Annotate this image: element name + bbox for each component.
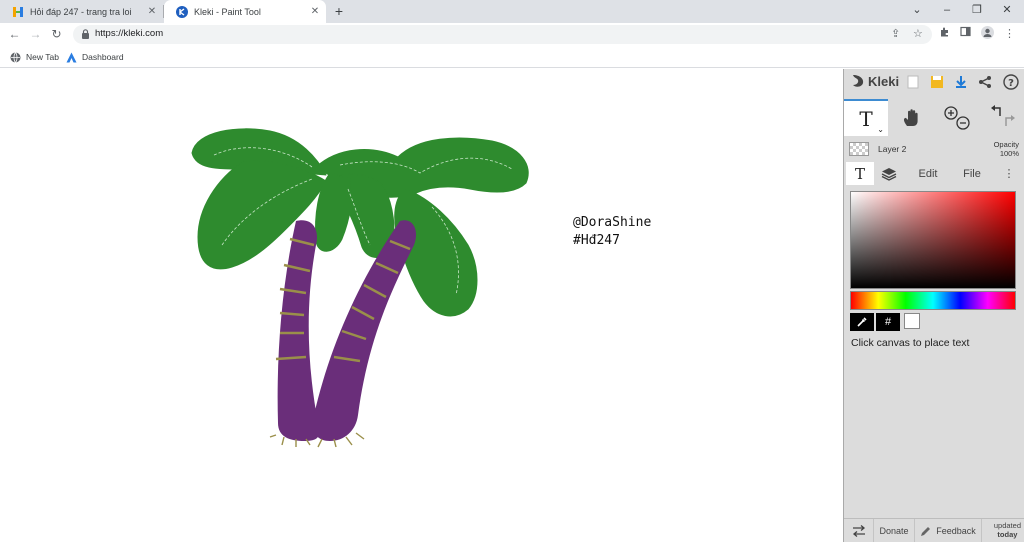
feedback-icon (921, 526, 931, 536)
palm-trunks (277, 220, 417, 441)
url-text: https://kleki.com (95, 28, 164, 39)
hue-slider[interactable] (850, 291, 1016, 310)
bookmark-star-icon[interactable]: ☆ (913, 27, 923, 40)
omnibox[interactable]: https://kleki.com ⇪ ☆ (73, 25, 932, 44)
feedback-button[interactable]: Feedback (915, 519, 982, 542)
help-icon[interactable]: ? (1002, 73, 1020, 91)
layer-row[interactable]: Layer 2 Opacity 100% (844, 138, 1024, 161)
layer-thumbnail (849, 142, 869, 156)
text-tool-button[interactable]: T ⌄ (844, 99, 888, 136)
donate-button[interactable]: Donate (874, 519, 915, 542)
opacity-label: Opacity (993, 140, 1019, 149)
hand-tool-button[interactable] (889, 99, 933, 136)
palm-tree-drawing (191, 128, 529, 448)
hoidap-favicon-icon (12, 6, 24, 18)
minimize-button[interactable]: – (932, 0, 962, 23)
tab-strip: Hỏi đáp 247 - trang tra loi ✕ Kleki - Pa… (0, 0, 1024, 23)
drawing-canvas[interactable]: @DoraShine #Hđ247 (0, 69, 843, 542)
new-image-icon[interactable] (904, 73, 922, 91)
hex-input-button[interactable]: # (876, 313, 900, 331)
tab-search-icon[interactable]: ⌄ (902, 0, 932, 23)
download-icon[interactable] (952, 73, 970, 91)
bookmark-label: Dashboard (82, 52, 124, 62)
opacity-value: 100% (999, 149, 1019, 158)
swap-sides-button[interactable] (844, 519, 874, 542)
lock-icon (82, 29, 89, 39)
layer-name: Layer 2 (878, 144, 907, 154)
layer-opacity[interactable]: Opacity 100% (994, 140, 1019, 158)
layers-icon (881, 167, 897, 181)
text-tool-label: T (859, 106, 873, 131)
swap-icon (852, 524, 865, 537)
bookmark-new-tab[interactable]: New Tab (10, 50, 59, 64)
tab-text-settings[interactable]: T (846, 162, 874, 185)
kleki-favicon-icon (176, 5, 188, 18)
kleki-logo-text: Kleki (868, 73, 900, 89)
panel-tabs: T Edit File ⋮ (844, 162, 1024, 185)
browser-menu-icon[interactable]: ⋮ (1001, 26, 1018, 43)
save-icon[interactable] (928, 73, 946, 91)
updated-date: today (997, 530, 1018, 539)
text-tool-settings: # Click canvas to place text (844, 185, 1024, 517)
tab-title: Kleki - Paint Tool (194, 6, 261, 17)
canvas-text-line: @DoraShine (573, 215, 652, 230)
text-tab-label: T (854, 164, 865, 183)
canvas-text-line: #Hđ247 (573, 233, 620, 248)
forward-icon[interactable]: → (27, 26, 44, 43)
kleki-logo-icon (853, 75, 864, 87)
undo-redo-buttons[interactable] (981, 99, 1024, 136)
reload-icon[interactable]: ↻ (48, 26, 65, 43)
back-icon[interactable]: ← (6, 26, 23, 43)
side-panel-icon[interactable] (957, 26, 974, 43)
zoom-buttons[interactable] (935, 99, 979, 136)
updated-indicator[interactable]: updated today (994, 521, 1021, 539)
profile-avatar-icon[interactable] (979, 26, 996, 43)
share-icon[interactable] (976, 73, 994, 91)
globe-icon (10, 51, 21, 63)
dashboard-icon (66, 52, 77, 63)
kleki-side-panel: Kleki ? T ⌄ Layer 2 Opacity 100% T Edit … (843, 69, 1024, 542)
eyedropper-button[interactable] (850, 313, 874, 331)
panel-footer: Donate Feedback updated today (844, 518, 1024, 542)
close-tab-icon[interactable]: ✕ (308, 6, 322, 17)
bookmarks-bar: New Tab Dashboard (0, 46, 1024, 68)
more-menu-icon[interactable]: ⋮ (996, 162, 1022, 185)
tab-file[interactable]: File (950, 162, 994, 185)
extensions-icon[interactable] (936, 26, 953, 43)
text-tool-hint: Click canvas to place text (851, 337, 970, 349)
canvas-text: @DoraShine #Hđ247 (573, 214, 651, 250)
feedback-label: Feedback (936, 525, 976, 536)
eyedropper-icon (857, 317, 867, 327)
chevron-down-icon[interactable]: ⌄ (877, 125, 884, 134)
tab-hoidap[interactable]: Hỏi đáp 247 - trang tra loi ✕ (0, 0, 163, 23)
share-page-icon[interactable]: ⇪ (891, 27, 900, 40)
close-tab-icon[interactable]: ✕ (145, 6, 159, 17)
tab-kleki[interactable]: Kleki - Paint Tool ✕ (164, 0, 326, 23)
tool-row: T ⌄ (844, 99, 1024, 136)
kleki-logo[interactable]: Kleki (850, 73, 899, 89)
maximize-button[interactable]: ❐ (962, 0, 992, 23)
svg-text:?: ? (1008, 78, 1014, 89)
kleki-top-bar: Kleki ? (844, 69, 1024, 96)
tab-edit[interactable]: Edit (906, 162, 950, 185)
undo-redo-icon (991, 104, 1015, 126)
close-window-button[interactable]: ✕ (992, 0, 1022, 23)
bookmark-dashboard[interactable]: Dashboard (66, 50, 124, 64)
new-tab-button[interactable]: + (330, 2, 348, 20)
zoom-icon (944, 105, 970, 130)
address-bar-row: ← → ↻ https://kleki.com ⇪ ☆ ⋮ (0, 23, 1024, 46)
tab-title: Hỏi đáp 247 - trang tra loi (30, 6, 132, 17)
bookmark-label: New Tab (26, 52, 59, 62)
color-saturation-picker[interactable] (850, 191, 1016, 289)
updated-label: updated (993, 521, 1021, 530)
selected-color-swatch[interactable] (904, 313, 920, 329)
tab-layers[interactable] (874, 162, 904, 185)
hand-icon (903, 108, 918, 126)
